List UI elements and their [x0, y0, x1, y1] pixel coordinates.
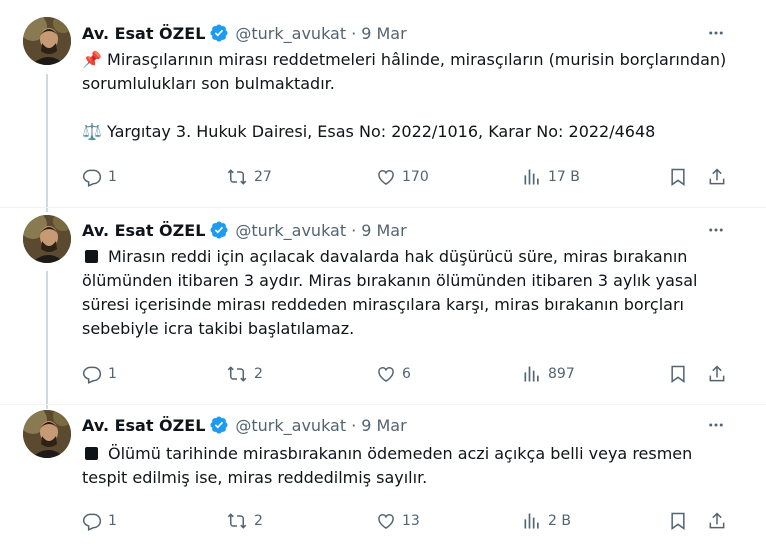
separator: · — [351, 415, 357, 435]
repost-count: 27 — [254, 169, 272, 185]
heart-icon — [378, 170, 394, 185]
repost-icon — [227, 513, 247, 529]
views-button[interactable]: 17 B — [522, 166, 580, 188]
reply-button[interactable]: 1 — [82, 166, 117, 188]
tweet-date[interactable]: 9 Mar — [361, 416, 406, 435]
tweet-text: Ölümü tarihinde mirasbırakanın ödemeden … — [82, 442, 732, 490]
like-button[interactable]: 13 — [376, 510, 420, 532]
more-icon[interactable] — [704, 413, 728, 437]
black-square-emoji — [85, 250, 98, 263]
action-bar: 1 2 6 897 — [82, 363, 732, 385]
bookmark-button[interactable] — [668, 510, 688, 532]
heart-icon — [378, 367, 394, 382]
avatar[interactable] — [23, 215, 71, 263]
action-bar: 1 2 13 2 B — [82, 510, 732, 532]
tweet-header: Av. Esat ÖZEL @turk_avukat · 9 Mar — [82, 219, 407, 241]
tweet-text-line: Mirasçılarının mirası reddetmeleri hâlin… — [82, 50, 727, 93]
pin-emoji: 📌 — [82, 50, 102, 69]
share-button[interactable] — [707, 363, 727, 385]
tweet[interactable]: Av. Esat ÖZEL @turk_avukat · 9 Mar 📌 Mir… — [0, 0, 766, 208]
repost-button[interactable]: 2 — [226, 363, 263, 385]
reply-icon — [82, 169, 102, 187]
tweet-header: Av. Esat ÖZEL @turk_avukat · 9 Mar — [82, 414, 407, 436]
share-icon — [709, 512, 725, 529]
scales-emoji: ⚖️ — [82, 122, 102, 141]
repost-button[interactable]: 2 — [226, 510, 263, 532]
verified-badge-icon — [209, 220, 229, 240]
view-count: 897 — [548, 366, 575, 382]
like-count: 170 — [402, 169, 429, 185]
tweet[interactable]: Av. Esat ÖZEL @turk_avukat · 9 Mar Ölümü… — [0, 405, 766, 551]
bookmark-icon — [671, 168, 685, 186]
avatar[interactable] — [23, 17, 71, 65]
views-button[interactable]: 897 — [522, 363, 575, 385]
views-icon — [524, 169, 539, 185]
reply-icon — [82, 513, 102, 531]
verified-badge-icon — [209, 23, 229, 43]
reply-count: 1 — [108, 169, 117, 185]
repost-button[interactable]: 27 — [226, 166, 272, 188]
share-icon — [709, 365, 725, 382]
black-square-emoji — [85, 447, 98, 460]
tweet-text-line: Yargıtay 3. Hukuk Dairesi, Esas No: 2022… — [107, 122, 656, 141]
repost-count: 2 — [254, 513, 263, 529]
like-count: 6 — [402, 366, 411, 382]
author-handle[interactable]: @turk_avukat — [235, 24, 346, 43]
author-handle[interactable]: @turk_avukat — [235, 221, 346, 240]
reply-count: 1 — [108, 513, 117, 529]
author-name[interactable]: Av. Esat ÖZEL — [82, 221, 205, 240]
reply-icon — [82, 366, 102, 384]
views-icon — [524, 513, 539, 529]
like-count: 13 — [402, 513, 420, 529]
more-icon[interactable] — [704, 218, 728, 242]
view-count: 2 B — [548, 513, 571, 529]
separator: · — [351, 220, 357, 240]
reply-button[interactable]: 1 — [82, 510, 117, 532]
share-button[interactable] — [707, 510, 727, 532]
bookmark-button[interactable] — [668, 166, 688, 188]
repost-icon — [227, 366, 247, 382]
tweet-date[interactable]: 9 Mar — [361, 24, 406, 43]
tweet[interactable]: Av. Esat ÖZEL @turk_avukat · 9 Mar Miras… — [0, 208, 766, 405]
bookmark-button[interactable] — [668, 363, 688, 385]
like-button[interactable]: 170 — [376, 166, 429, 188]
verified-badge-icon — [209, 415, 229, 435]
bookmark-icon — [671, 365, 685, 383]
tweet-date[interactable]: 9 Mar — [361, 221, 406, 240]
like-button[interactable]: 6 — [376, 363, 411, 385]
share-icon — [709, 168, 725, 185]
tweet-header: Av. Esat ÖZEL @turk_avukat · 9 Mar — [82, 22, 407, 44]
repost-icon — [227, 169, 247, 185]
repost-count: 2 — [254, 366, 263, 382]
tweet-text: 📌 Mirasçılarının mirası reddetmeleri hâl… — [82, 48, 732, 144]
bookmark-icon — [671, 512, 685, 530]
tweet-text: Mirasın reddi için açılacak davalarda ha… — [82, 245, 732, 341]
view-count: 17 B — [548, 169, 580, 185]
separator: · — [351, 23, 357, 43]
author-name[interactable]: Av. Esat ÖZEL — [82, 24, 205, 43]
reply-button[interactable]: 1 — [82, 363, 117, 385]
avatar[interactable] — [23, 410, 71, 458]
tweet-text-line: Mirasın reddi için açılacak davalarda ha… — [82, 247, 698, 338]
action-bar: 1 27 170 17 B — [82, 166, 732, 188]
views-icon — [524, 366, 539, 382]
more-icon[interactable] — [704, 21, 728, 45]
author-handle[interactable]: @turk_avukat — [235, 416, 346, 435]
tweet-text-line: Ölümü tarihinde mirasbırakanın ödemeden … — [82, 444, 693, 487]
author-name[interactable]: Av. Esat ÖZEL — [82, 416, 205, 435]
share-button[interactable] — [707, 166, 727, 188]
heart-icon — [378, 514, 394, 529]
views-button[interactable]: 2 B — [522, 510, 571, 532]
reply-count: 1 — [108, 366, 117, 382]
